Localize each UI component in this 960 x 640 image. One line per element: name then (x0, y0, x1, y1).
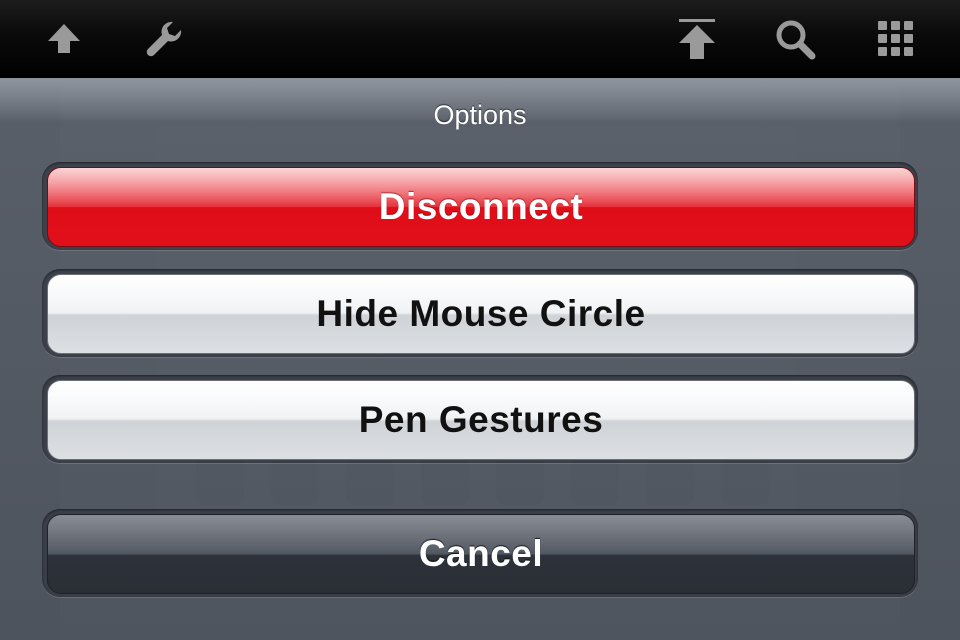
hide-mouse-circle-label: Hide Mouse Circle (316, 293, 646, 334)
upload-icon[interactable] (42, 17, 86, 61)
pen-gestures-label: Pen Gestures (358, 399, 604, 440)
search-icon[interactable] (773, 17, 817, 61)
cancel-button-frame: Cancel (42, 509, 918, 597)
send-up-icon[interactable] (675, 17, 719, 61)
pen-gestures-button-frame: Pen Gestures (42, 375, 918, 463)
top-toolbar (0, 0, 960, 79)
sheet-title: Options (433, 100, 527, 130)
options-action-sheet: Options Disconnect Hide Mouse Circle Pen… (0, 78, 960, 640)
disconnect-button[interactable]: Disconnect (47, 167, 915, 247)
grid-icon[interactable] (874, 17, 918, 61)
cancel-label: Cancel (418, 533, 544, 574)
hide-mouse-circle-button[interactable]: Hide Mouse Circle (47, 274, 915, 354)
hide-mouse-circle-button-frame: Hide Mouse Circle (42, 269, 918, 357)
disconnect-label: Disconnect (378, 186, 584, 227)
cancel-button[interactable]: Cancel (47, 514, 915, 594)
pen-gestures-button[interactable]: Pen Gestures (47, 380, 915, 460)
disconnect-button-frame: Disconnect (42, 162, 918, 250)
wrench-icon[interactable] (142, 17, 186, 61)
